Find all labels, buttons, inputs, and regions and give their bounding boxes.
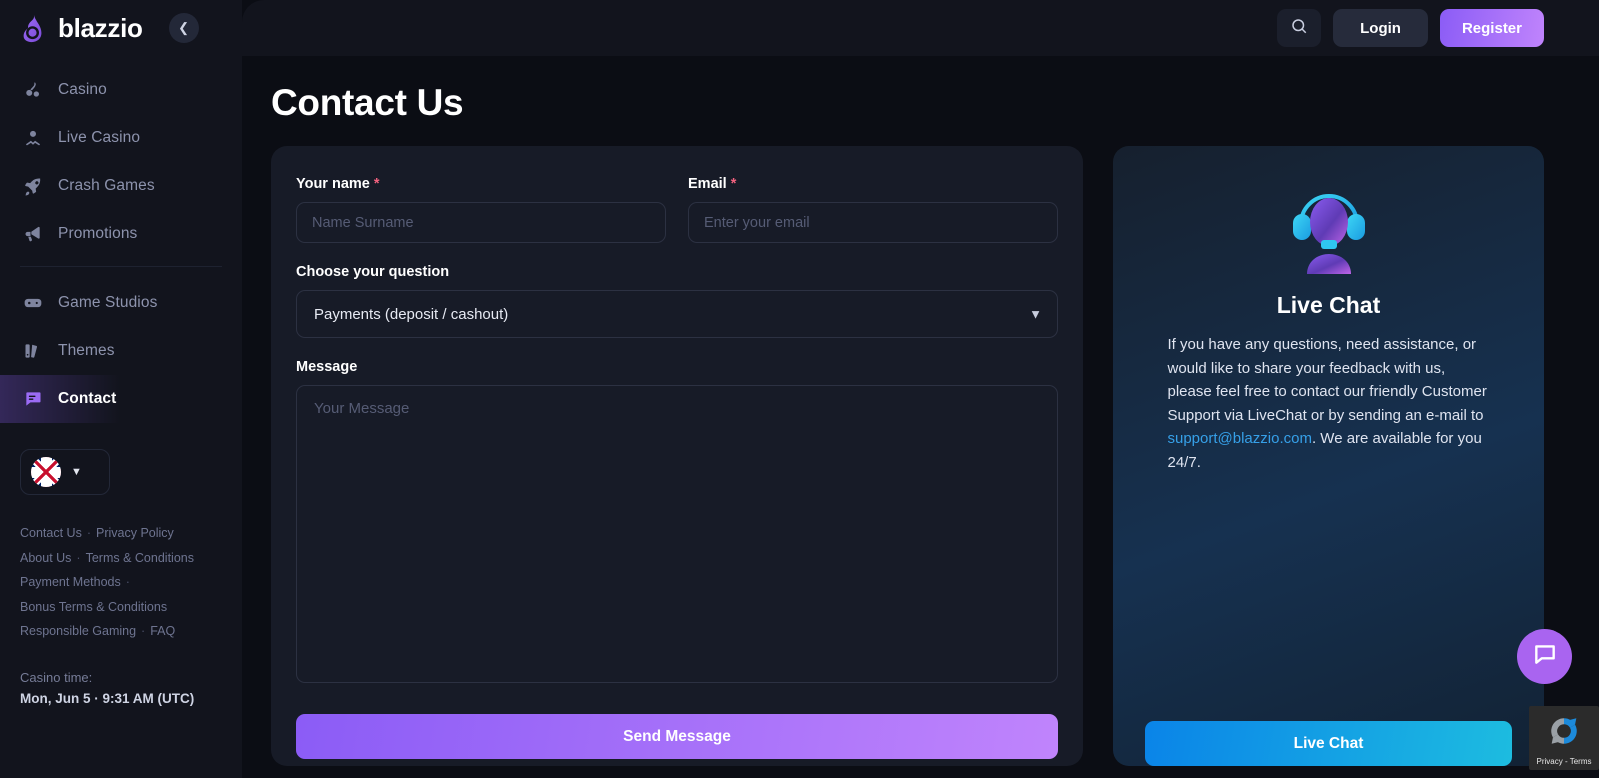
page-content: Contact Us Your name * Name Surname Emai…: [242, 56, 1599, 778]
footer-link-payment-methods[interactable]: Payment Methods: [20, 575, 121, 589]
language-selector[interactable]: ▼: [20, 449, 110, 495]
app-root: blazzio ❮ Casino Live Casino Crash Games…: [0, 0, 1599, 778]
sidebar-item-contact[interactable]: Contact: [0, 375, 242, 423]
chat-bubble-icon: [22, 388, 44, 410]
sidebar-header: blazzio ❮: [0, 0, 242, 56]
sidebar-item-game-studios[interactable]: Game Studios: [0, 279, 242, 327]
sidebar-nav-secondary: Game Studios Themes Contact: [0, 275, 242, 423]
sidebar-item-crash-games[interactable]: Crash Games: [0, 162, 242, 210]
uk-flag-icon: [31, 457, 61, 487]
live-chat-description: If you have any questions, need assistan…: [1168, 333, 1490, 474]
brand-name: blazzio: [58, 12, 143, 43]
question-select-wrap: Payments (deposit / cashout) ▼: [296, 290, 1058, 338]
recaptcha-icon: [1547, 718, 1581, 752]
topbar: Login Register: [242, 0, 1599, 56]
sidebar-nav-primary: Casino Live Casino Crash Games Promotion…: [0, 56, 242, 258]
support-email-link[interactable]: support@blazzio.com: [1168, 430, 1312, 447]
cherry-icon: [22, 79, 44, 101]
question-label: Choose your question: [296, 264, 450, 280]
name-input[interactable]: [296, 202, 666, 243]
footer-link-about-us[interactable]: About Us: [20, 551, 71, 565]
required-marker: *: [373, 176, 380, 192]
casino-time-value: Mon, Jun 5 · 9:31 AM (UTC): [20, 690, 195, 706]
question-select[interactable]: Payments (deposit / cashout): [296, 290, 1058, 338]
casino-time-label: Casino time:: [20, 669, 93, 685]
sidebar-item-label: Live Casino: [58, 129, 141, 146]
live-chat-text-part1: If you have any questions, need assistan…: [1167, 336, 1487, 424]
rocket-icon: [22, 175, 44, 197]
sidebar: blazzio ❮ Casino Live Casino Crash Games…: [0, 0, 242, 778]
recaptcha-badge[interactable]: Privacy - Terms: [1529, 706, 1599, 770]
message-label: Message: [296, 359, 358, 375]
login-button[interactable]: Login: [1333, 9, 1428, 47]
footer-link-faq[interactable]: FAQ: [150, 624, 175, 638]
casino-time: Casino time: Mon, Jun 5 · 9:31 AM (UTC): [20, 670, 242, 706]
sidebar-item-label: Promotions: [58, 225, 138, 242]
recaptcha-label: Privacy - Terms: [1536, 757, 1592, 766]
separator-dot: ·: [86, 526, 92, 540]
bowtie-dealer-icon: [22, 127, 44, 149]
question-field-group: Choose your question Payments (deposit /…: [296, 264, 1058, 338]
search-icon: [1290, 17, 1308, 40]
footer-link-contact-us[interactable]: Contact Us: [20, 526, 82, 540]
separator-dot: ·: [141, 624, 146, 638]
message-textarea[interactable]: [296, 385, 1058, 683]
search-button[interactable]: [1277, 9, 1322, 47]
live-chat-button[interactable]: Live Chat: [1145, 721, 1512, 766]
headset-support-icon: [1281, 184, 1377, 276]
footer-link-responsible-gaming[interactable]: Responsible Gaming: [20, 624, 136, 638]
live-chat-fab-button[interactable]: [1517, 629, 1572, 684]
footer-link-terms-conditions[interactable]: Terms & Conditions: [86, 551, 194, 565]
chat-bubble-icon: [1532, 641, 1558, 672]
separator-dot: ·: [76, 550, 81, 565]
separator-dot: ·: [125, 575, 130, 589]
sidebar-item-themes[interactable]: Themes: [0, 327, 242, 375]
email-label: Email *: [688, 176, 1058, 192]
register-button[interactable]: Register: [1439, 9, 1544, 47]
name-email-row: Your name * Email *: [296, 176, 1058, 243]
page-title: Contact Us: [271, 82, 464, 123]
footer-link-privacy-policy[interactable]: Privacy Policy: [96, 526, 174, 540]
sidebar-item-label: Contact: [58, 390, 117, 407]
content-columns: Your name * Email *: [271, 146, 1599, 766]
sidebar-item-label: Themes: [58, 342, 115, 359]
flame-logo-icon: [18, 13, 48, 43]
gamepad-icon: [22, 292, 44, 314]
main-area: Login Register Contact Us Your name * Na…: [242, 0, 1599, 778]
sidebar-footer-links: Contact Us · Privacy Policy About Us · Terms…: [20, 521, 230, 644]
send-message-button[interactable]: Send Message: [296, 714, 1058, 759]
sidebar-item-casino[interactable]: Casino: [0, 66, 242, 114]
name-field-group: Your name *: [296, 176, 666, 243]
megaphone-icon: [22, 223, 44, 245]
chevron-down-icon: ▼: [71, 466, 82, 478]
message-field-group: Message: [296, 359, 1058, 688]
sidebar-divider: [20, 266, 222, 267]
required-marker: *: [730, 176, 737, 192]
live-chat-title: Live Chat: [1276, 292, 1381, 318]
email-field-group: Email *: [688, 176, 1058, 243]
sidebar-item-label: Game Studios: [58, 294, 158, 311]
sidebar-item-label: Casino: [58, 81, 107, 98]
sidebar-item-label: Crash Games: [58, 177, 155, 194]
sidebar-item-promotions[interactable]: Promotions: [0, 210, 242, 258]
email-label-text: Email: [688, 176, 727, 192]
name-label: Your name *: [296, 176, 666, 192]
name-label-text: Your name: [296, 176, 370, 192]
books-icon: [22, 340, 44, 362]
live-chat-card: Live Chat If you have any questions, nee…: [1113, 146, 1544, 766]
sidebar-item-live-casino[interactable]: Live Casino: [0, 114, 242, 162]
footer-link-bonus-terms[interactable]: Bonus Terms & Conditions: [20, 600, 167, 614]
email-input[interactable]: [688, 202, 1058, 243]
contact-form-card: Your name * Email *: [271, 146, 1083, 766]
sidebar-collapse-button[interactable]: ❮: [168, 13, 199, 43]
